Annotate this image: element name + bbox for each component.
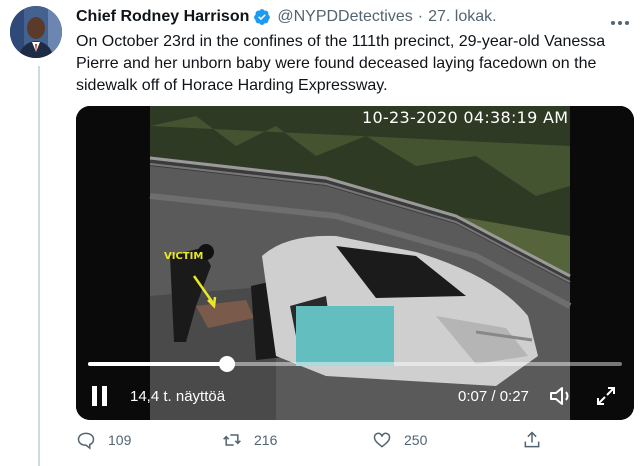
reply-button[interactable]: 109 [76, 430, 131, 450]
view-count: 14,4 t. näyttöä [130, 388, 226, 405]
victim-label: VICTIM [164, 251, 204, 262]
progress-bar[interactable] [88, 356, 622, 372]
retweet-count: 216 [254, 432, 278, 448]
thread-line [38, 66, 40, 466]
author-handle[interactable]: @NYPDDetectives [277, 8, 412, 26]
player-controls: 14,4 t. näyttöä 0:07 / 0:27 [76, 380, 634, 412]
video-player[interactable]: 10-23-2020 04:38:19 AM VICTIM 14,4 t. nä… [76, 106, 634, 420]
tweet-date[interactable]: 27. lokak. [428, 8, 496, 26]
like-count: 250 [404, 432, 428, 448]
progress-fill [88, 362, 227, 366]
share-button[interactable] [522, 430, 554, 450]
retweet-button[interactable]: 216 [222, 430, 277, 450]
tweet-text: On October 23rd in the confines of the 1… [76, 33, 606, 94]
tweet-actions: 109 216 250 [76, 430, 596, 458]
reply-count: 109 [108, 432, 132, 448]
retweet-icon [223, 434, 241, 446]
progress-knob[interactable] [218, 356, 235, 372]
pause-icon[interactable] [92, 386, 108, 406]
separator-dot: · [417, 8, 424, 25]
more-icon[interactable] [610, 10, 630, 31]
volume-icon[interactable] [548, 384, 574, 408]
author-name[interactable]: Chief Rodney Harrison [76, 8, 249, 26]
tweet-header: Chief Rodney Harrison @NYPDDetectives · … [76, 6, 630, 28]
like-button[interactable]: 250 [372, 430, 427, 450]
reply-icon [77, 432, 95, 450]
video-frame [76, 106, 634, 420]
video-timestamp: 10-23-2020 04:38:19 AM [362, 108, 569, 127]
verified-badge-icon [253, 8, 271, 26]
video-time: 0:07 / 0:27 [458, 388, 529, 405]
avatar[interactable] [10, 6, 62, 58]
share-icon [524, 431, 540, 448]
fullscreen-icon[interactable] [594, 384, 618, 408]
like-icon [373, 432, 391, 448]
